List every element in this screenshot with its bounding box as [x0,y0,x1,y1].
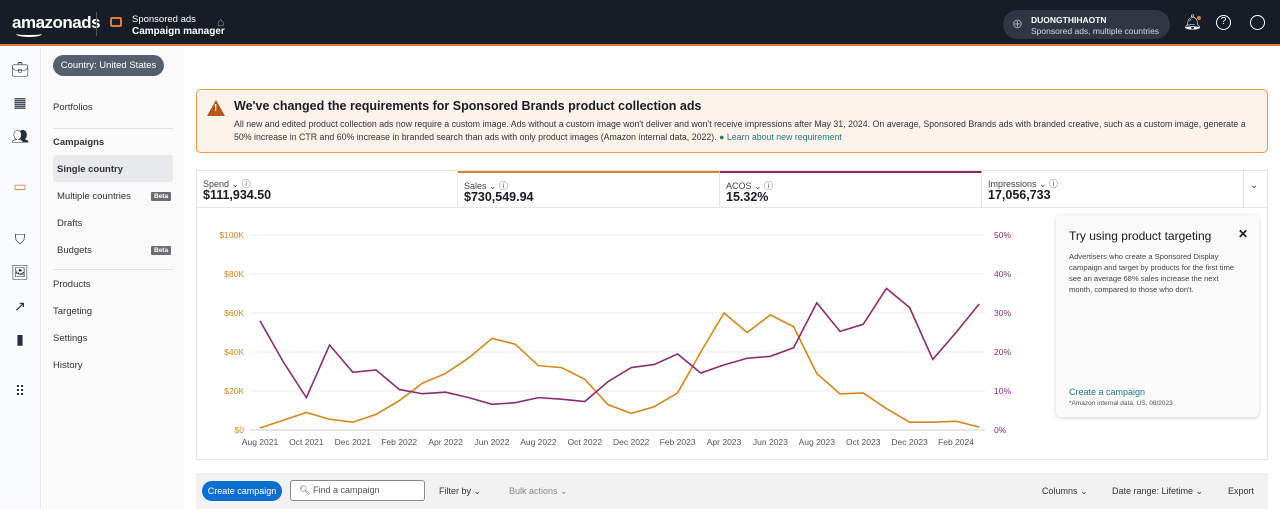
x-axis-tick: Oct 2022 [568,437,603,447]
promo-footnote: *Amazon internal data, US, 08/2023 [1069,400,1173,407]
account-scope: Sponsored ads, multiple countries [1031,26,1160,36]
x-axis-tick: Apr 2023 [707,437,742,447]
right-axis-tick: 30% [994,308,1011,318]
campaign-toolbar: Create campaign 🔍︎ Find a campaign Filte… [196,473,1268,509]
left-axis-tick: $100K [219,230,244,240]
x-axis-tick: Oct 2021 [289,437,324,447]
x-axis-tick: Dec 2023 [891,437,928,447]
x-axis-tick: Jun 2022 [475,437,510,447]
right-axis-tick: 20% [994,347,1011,357]
promo-title: Try using product targeting [1069,229,1212,243]
left-axis-tick: $40K [224,347,244,357]
right-axis-tick: 10% [994,386,1011,396]
series-line-acos [259,287,980,406]
create-a-campaign-link[interactable]: Create a campaign [1069,387,1145,397]
right-axis-tick: 40% [994,269,1011,279]
help-icon[interactable]: ? [1216,15,1231,30]
x-axis-tick: Dec 2021 [335,437,372,447]
search-placeholder: Find a campaign [312,485,380,495]
x-axis-tick: Oct 2023 [846,437,881,447]
left-axis-tick: $80K [224,269,244,279]
x-axis-tick: Jun 2023 [753,437,788,447]
performance-chart: $0 0% $20K 10% $40K 20% $60K 30% $80K 40% $100K 50%… [219,230,1011,447]
x-axis-tick: Feb 2023 [660,437,696,447]
search-icon: 🔍︎ [299,485,311,495]
x-axis-tick: Aug 2021 [242,437,279,447]
expand-metrics-chevron-icon[interactable]: ⌄ [1250,180,1258,191]
notification-dot [1197,16,1201,20]
close-icon[interactable]: ✕ [1238,227,1248,241]
x-axis-tick: Feb 2022 [381,437,417,447]
left-axis-tick: $60K [224,308,244,318]
filter-by-dropdown[interactable]: Filter by ⌄ [439,486,481,497]
promo-body: Advertisers who create a Sponsored Displ… [1069,252,1235,294]
export-button[interactable]: Export [1228,486,1254,496]
user-profile-icon[interactable] [1250,15,1265,30]
x-axis-tick: Apr 2022 [428,437,463,447]
x-axis-tick: Aug 2023 [799,437,836,447]
bulk-actions-dropdown[interactable]: Bulk actions ⌄ [509,486,568,497]
left-axis-tick: $20K [224,386,244,396]
right-axis-tick: 0% [994,425,1007,435]
find-campaign-input[interactable]: 🔍︎ Find a campaign [290,480,425,501]
right-axis-tick: 50% [994,230,1011,240]
columns-dropdown[interactable]: Columns ⌄ [1042,486,1088,497]
create-campaign-button[interactable]: Create campaign [202,481,282,501]
x-axis-tick: Aug 2022 [520,437,557,447]
x-axis-tick: Dec 2022 [613,437,650,447]
product-targeting-promo: Try using product targeting ✕ Advertiser… [1056,215,1259,417]
x-axis-tick: Feb 2024 [938,437,974,447]
date-range-dropdown[interactable]: Date range: Lifetime ⌄ [1112,486,1203,497]
left-axis-tick: $0 [235,425,245,435]
